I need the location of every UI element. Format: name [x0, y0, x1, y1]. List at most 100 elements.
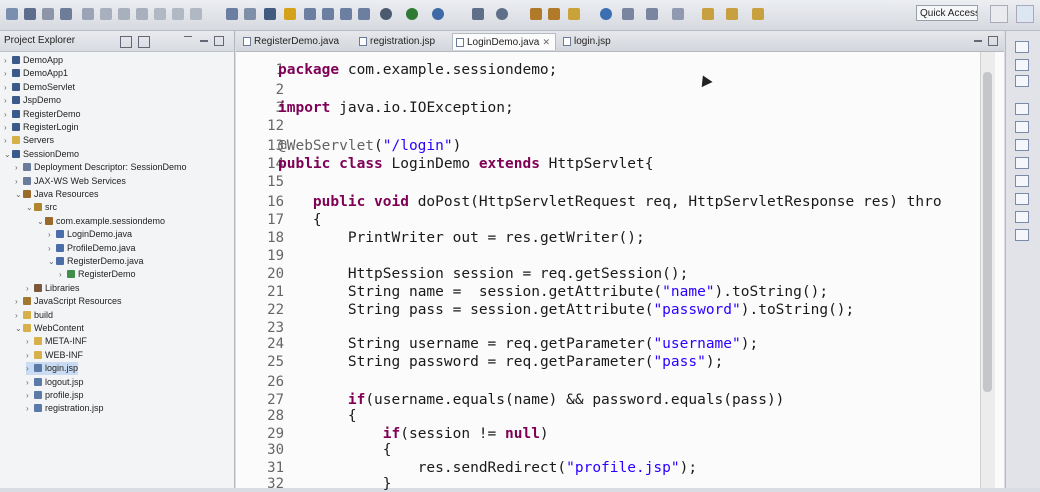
console-icon[interactable] — [1015, 193, 1029, 205]
collapse-arrow-icon[interactable]: › — [26, 389, 34, 402]
collapse-arrow-icon[interactable]: › — [26, 282, 34, 295]
view-menu-icon[interactable] — [184, 36, 192, 45]
editor-scrollbar[interactable] — [980, 52, 995, 488]
save-all-icon[interactable] — [60, 8, 72, 20]
expand-arrow-icon[interactable]: ⌄ — [37, 215, 45, 228]
collapse-arrow-icon[interactable]: › — [48, 242, 56, 255]
expand-arrow-icon[interactable]: ⌄ — [4, 148, 12, 161]
code-line[interactable]: String password = req.getParameter("pass… — [278, 354, 723, 370]
tree-item[interactable]: › DemoApp — [4, 54, 63, 67]
tree-item[interactable]: › DemoApp1 — [4, 67, 68, 80]
code-line[interactable]: public class LoginDemo extends HttpServl… — [278, 156, 653, 172]
code-line[interactable]: public void doPost(HttpServletRequest re… — [278, 194, 942, 210]
history-icon[interactable] — [1015, 211, 1029, 223]
terminal-icon[interactable] — [1015, 229, 1029, 241]
code-editor[interactable]: 1 package com.example.sessiondemo; 2 3 impor… — [236, 52, 1004, 492]
show-whitespace-icon[interactable] — [340, 8, 352, 20]
step-return-icon[interactable] — [190, 8, 202, 20]
tab-logindemo-java[interactable]: LoginDemo.java ✕ — [452, 33, 556, 50]
tree-item[interactable]: › RegisterDemo — [4, 108, 81, 121]
properties-icon[interactable] — [1015, 75, 1029, 87]
outline-icon[interactable] — [1015, 41, 1029, 53]
tree-item[interactable]: › Libraries — [26, 282, 80, 295]
paragraph-icon[interactable] — [358, 8, 370, 20]
collapse-arrow-icon[interactable]: › — [4, 54, 12, 67]
server-icon[interactable] — [472, 8, 484, 20]
expand-arrow-icon[interactable]: ⌄ — [15, 188, 23, 201]
tree-item[interactable]: › WEB-INF — [26, 349, 83, 362]
quick-access-field[interactable]: Quick Access — [916, 5, 978, 21]
tree-item[interactable]: › JAX-WS Web Services — [15, 175, 126, 188]
tree-item[interactable]: › registration.jsp — [26, 402, 104, 415]
tree-item[interactable]: › RegisterLogin — [4, 121, 79, 134]
tree-item[interactable]: ⌄ WebContent — [15, 322, 84, 335]
run-icon[interactable] — [406, 8, 418, 20]
scrollbar-thumb[interactable] — [983, 72, 992, 392]
new-icon[interactable] — [6, 8, 18, 20]
tree-item[interactable]: › login.jsp — [26, 362, 79, 376]
code-line[interactable]: String pass = session.getAttribute("pass… — [278, 302, 854, 318]
debug-icon[interactable] — [380, 8, 392, 20]
new-package-icon[interactable] — [548, 8, 560, 20]
problems-icon[interactable] — [1015, 103, 1029, 115]
collapse-arrow-icon[interactable]: › — [59, 268, 67, 281]
snippets-icon[interactable] — [1015, 175, 1029, 187]
collapse-arrow-icon[interactable]: › — [26, 362, 34, 375]
expand-arrow-icon[interactable]: ⌄ — [48, 255, 56, 268]
code-line[interactable]: String name = session.getAttribute("name… — [278, 284, 828, 300]
tree-item[interactable]: ⌄ src — [26, 201, 57, 214]
tab-registration-jsp[interactable]: registration.jsp — [356, 33, 452, 50]
project-explorer-tab[interactable]: Project Explorer — [0, 31, 234, 52]
markers-icon[interactable] — [1015, 121, 1029, 133]
tree-item[interactable]: › LoginDemo.java — [48, 228, 132, 241]
back-icon[interactable] — [702, 8, 714, 20]
collapse-arrow-icon[interactable]: › — [26, 402, 34, 415]
search-icon[interactable] — [432, 8, 444, 20]
link-editor-icon[interactable] — [138, 36, 150, 48]
collapse-arrow-icon[interactable]: › — [4, 134, 12, 147]
forward-arrow-icon[interactable] — [752, 8, 764, 20]
collapse-arrow-icon[interactable]: › — [15, 295, 23, 308]
tree-item[interactable]: › logout.jsp — [26, 376, 84, 389]
code-line[interactable]: res.sendRedirect("profile.jsp"); — [278, 460, 697, 476]
java-ee-perspective-icon[interactable] — [1016, 5, 1034, 23]
collapse-arrow-icon[interactable]: › — [4, 81, 12, 94]
collapse-arrow-icon[interactable]: › — [26, 349, 34, 362]
new-java-project-icon[interactable] — [530, 8, 542, 20]
highlight-icon[interactable] — [284, 8, 296, 20]
step-icon[interactable] — [154, 8, 166, 20]
save-icon[interactable] — [24, 8, 36, 20]
code-line[interactable]: @WebServlet("/login") — [278, 138, 461, 154]
tab-registerdemo-java[interactable]: RegisterDemo.java — [240, 33, 352, 50]
code-line[interactable]: if(username.equals(name) && password.equ… — [278, 392, 785, 408]
tree-item[interactable]: › DemoServlet — [4, 81, 75, 94]
tree-item[interactable]: › RegisterDemo — [59, 268, 136, 281]
code-line[interactable]: HttpSession session = req.getSession(); — [278, 266, 689, 282]
collapse-arrow-icon[interactable]: › — [4, 94, 12, 107]
data-source-icon[interactable] — [1015, 157, 1029, 169]
tree-item[interactable]: ⌄ com.example.sessiondemo — [37, 215, 165, 228]
tree-item[interactable]: ⌄ SessionDemo — [4, 148, 79, 161]
editor-maximize-icon[interactable] — [988, 36, 998, 46]
pin-icon[interactable] — [264, 8, 276, 20]
code-line[interactable]: { — [278, 442, 392, 458]
tree-item[interactable]: ⌄ Java Resources — [15, 188, 99, 201]
minimize-icon[interactable] — [200, 40, 208, 42]
tree-item[interactable]: › ProfileDemo.java — [48, 242, 136, 255]
tree-item[interactable]: › JspDemo — [4, 94, 61, 107]
web-browser-icon[interactable] — [600, 8, 612, 20]
next-annotation-icon[interactable] — [622, 8, 634, 20]
task-list-icon[interactable] — [1015, 59, 1029, 71]
collapse-arrow-icon[interactable]: › — [15, 161, 23, 174]
collapse-arrow-icon[interactable]: › — [4, 108, 12, 121]
previous-annotation-icon[interactable] — [646, 8, 658, 20]
collapse-all-icon[interactable] — [120, 36, 132, 48]
tree-item[interactable]: › Deployment Descriptor: SessionDemo — [15, 161, 187, 174]
new-class-icon[interactable] — [568, 8, 580, 20]
code-line[interactable]: PrintWriter out = res.getWriter(); — [278, 230, 645, 246]
code-line[interactable]: { — [278, 408, 357, 424]
collapse-arrow-icon[interactable]: › — [15, 175, 23, 188]
servers-icon[interactable] — [1015, 139, 1029, 151]
editor-minimize-icon[interactable] — [974, 40, 982, 42]
code-line[interactable]: } — [278, 476, 392, 492]
